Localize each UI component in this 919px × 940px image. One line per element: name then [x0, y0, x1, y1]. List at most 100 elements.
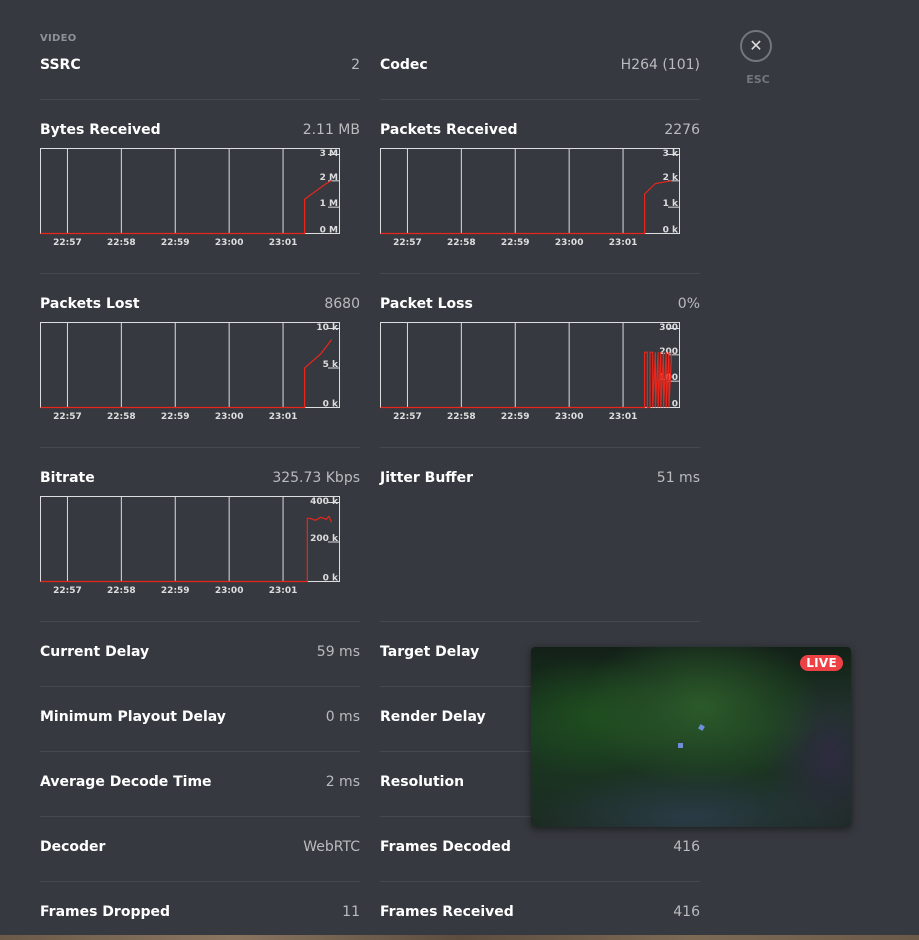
chart-x-tick-label: 22:57	[53, 412, 82, 422]
chart-x-tick-label: 23:00	[215, 586, 244, 596]
chart-y-tick-label: 0 M	[320, 226, 338, 236]
stat-value: 2.11 MB	[302, 122, 360, 138]
chart-x-tick-label: 22:59	[501, 412, 530, 422]
stat-value: 51 ms	[656, 470, 700, 486]
stat-value: 0%	[677, 296, 700, 312]
divider	[380, 99, 700, 100]
packets-lost-chart: 22:57 22:58 22:59 23:00 23:01 0 k 5 k 10 k	[40, 322, 340, 422]
stat-jitter-buffer: Jitter Buffer 51 ms	[380, 470, 700, 490]
divider	[380, 447, 700, 448]
chart-y-tick-label: 0 k	[323, 574, 339, 584]
stat-label: Bitrate	[40, 470, 95, 486]
chart-y-tick-label: 0 k	[323, 400, 339, 410]
background-strip	[0, 935, 919, 940]
chart-x-tick-label: 22:57	[393, 412, 422, 422]
chart-x-tick-label: 22:58	[107, 238, 136, 248]
stat-frames-decoded: Frames Decoded 416	[380, 839, 700, 859]
stat-value: 416	[673, 839, 700, 855]
chart-x-tick-label: 23:01	[269, 412, 298, 422]
stat-label: Frames Dropped	[40, 904, 171, 920]
divider	[40, 816, 360, 817]
divider	[40, 686, 360, 687]
stat-bitrate: Bitrate 325.73 Kbps	[40, 470, 360, 490]
stat-label: Codec	[380, 57, 428, 73]
chart-x-tick-label: 22:59	[501, 238, 530, 248]
chart-series-line	[380, 180, 672, 235]
divider	[40, 751, 360, 752]
chart-x-tick-label: 23:00	[215, 412, 244, 422]
chart-x-tick-label: 22:58	[107, 586, 136, 596]
stat-bytes-received: Bytes Received 2.11 MB	[40, 122, 360, 142]
stat-value: 11	[342, 904, 360, 920]
stat-label: Resolution	[380, 774, 465, 790]
chart-series-line	[40, 180, 332, 235]
stat-label: Frames Decoded	[380, 839, 511, 855]
chart-x-tick-label: 23:01	[609, 412, 638, 422]
chart-x-tick-label: 22:57	[393, 238, 422, 248]
stat-value: WebRTC	[303, 839, 360, 855]
chart-y-tick-label: 400 k	[310, 497, 339, 507]
chart-series-line	[40, 339, 333, 409]
bitrate-chart: 22:57 22:58 22:59 23:00 23:01 0 k 200 k 400 k	[40, 496, 340, 596]
chart-frame	[380, 322, 680, 408]
chart-frame	[40, 322, 340, 408]
stat-label: Minimum Playout Delay	[40, 709, 226, 725]
stat-label: Packet Loss	[380, 296, 473, 312]
stat-packets-lost: Packets Lost 8680	[40, 296, 360, 316]
chart-y-tick-label: 10 k	[316, 323, 339, 333]
chart-x-tick-label: 23:00	[215, 238, 244, 248]
divider	[380, 621, 700, 622]
close-icon: ✕	[749, 36, 763, 55]
stream-preview[interactable]: LIVE	[531, 647, 851, 827]
chart-svg: 22:57 22:58 22:59 23:00 23:010 k1 k2 k3 k	[380, 148, 680, 248]
stat-label: Packets Lost	[40, 296, 140, 312]
stat-label: SSRC	[40, 57, 81, 73]
section-title: VIDEO	[40, 33, 77, 44]
chart-x-tick-label: 23:00	[555, 412, 584, 422]
chart-y-tick-label: 2 M	[320, 173, 338, 183]
stat-packet-loss: Packet Loss 0%	[380, 296, 700, 316]
divider	[40, 881, 360, 882]
stat-value: 2	[351, 57, 360, 73]
packets-received-chart: 22:57 22:58 22:59 23:00 23:01 0 k1 k2 k3 k	[380, 148, 680, 248]
stat-value: 8680	[324, 296, 360, 312]
divider	[40, 621, 360, 622]
stat-value: 325.73 Kbps	[272, 470, 360, 486]
stat-value: H264 (101)	[620, 57, 700, 73]
stat-packets-received: Packets Received 2276	[380, 122, 700, 142]
chart-y-tick-label: 200 k	[310, 534, 339, 544]
chart-svg: 22:57 22:58 22:59 23:00 23:010100200300	[380, 322, 680, 422]
stat-avg-decode-time: Average Decode Time 2 ms	[40, 774, 360, 794]
divider	[380, 881, 700, 882]
live-badge: LIVE	[800, 655, 843, 671]
stat-label: Render Delay	[380, 709, 486, 725]
close-button[interactable]: ✕	[740, 30, 772, 62]
chart-svg: 22:57 22:58 22:59 23:00 23:01 0 M 1 M 2 M 3 M	[40, 148, 340, 248]
stat-label: Decoder	[40, 839, 106, 855]
chart-y-tick-label: 0 k	[663, 226, 679, 236]
chart-series-line	[380, 351, 673, 409]
stat-current-delay: Current Delay 59 ms	[40, 644, 360, 664]
packet-loss-chart: 22:57 22:58 22:59 23:00 23:01 0 100 200 300	[380, 322, 680, 422]
stat-label: Average Decode Time	[40, 774, 212, 790]
chart-x-tick-label: 22:59	[161, 412, 190, 422]
chart-y-tick-label: 300	[659, 323, 678, 333]
stat-min-playout-delay: Minimum Playout Delay 0 ms	[40, 709, 360, 729]
divider	[40, 99, 360, 100]
divider	[40, 447, 360, 448]
divider	[380, 273, 700, 274]
chart-y-tick-label: 5 k	[323, 360, 339, 370]
stat-value: 0 ms	[325, 709, 360, 725]
stat-label: Bytes Received	[40, 122, 161, 138]
chart-x-tick-label: 22:58	[447, 238, 476, 248]
chart-y-tick-label: 3 k	[663, 149, 679, 159]
stat-decoder: Decoder WebRTC	[40, 839, 360, 859]
bytes-received-chart: 22:57 22:58 22:59 23:00 23:01 0 M 1 M 2 M 3 M	[40, 148, 340, 248]
divider	[40, 273, 360, 274]
stat-value: 416	[673, 904, 700, 920]
map-marker-icon	[678, 743, 683, 748]
stat-ssrc: SSRC 2	[40, 57, 360, 77]
stat-label: Jitter Buffer	[380, 470, 474, 486]
map-marker-icon	[698, 724, 705, 731]
chart-x-tick-label: 23:00	[555, 238, 584, 248]
